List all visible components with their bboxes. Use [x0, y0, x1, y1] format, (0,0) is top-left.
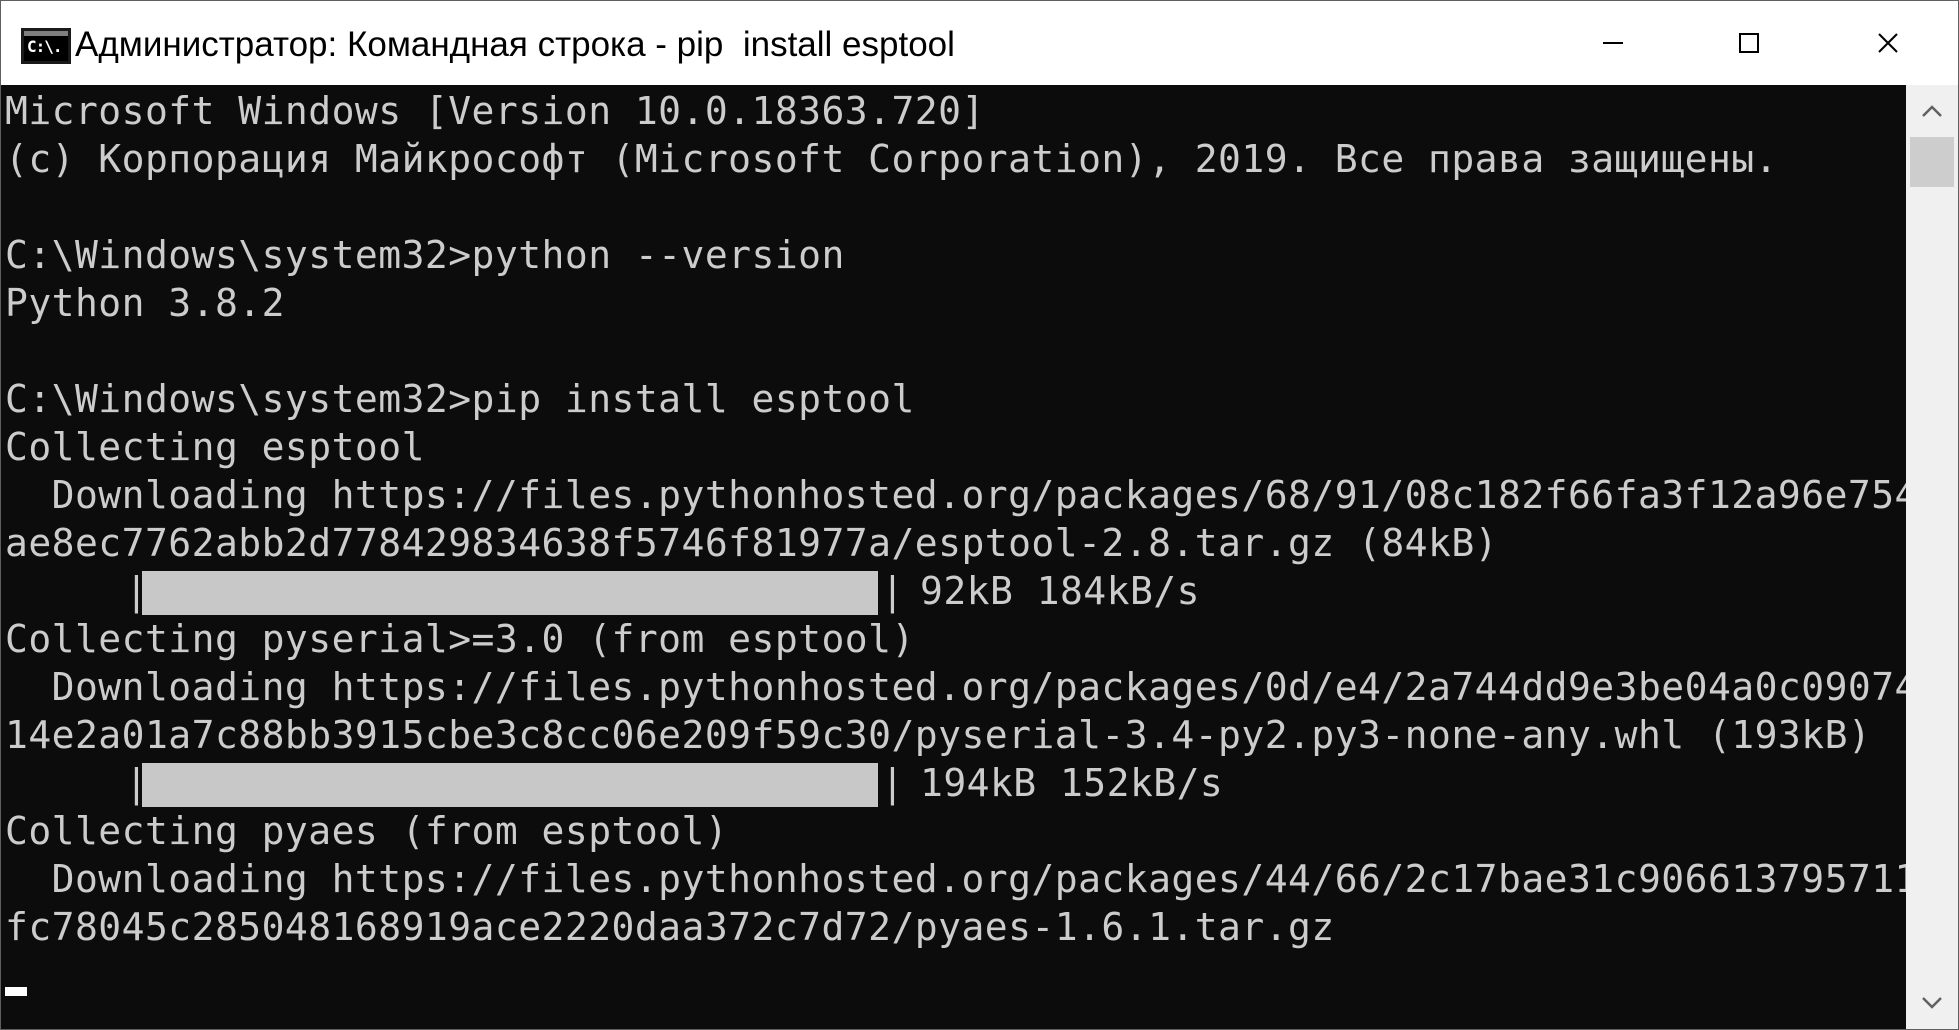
console-line: fc78045c285048168919ace2220daa372c7d72/p…: [5, 905, 1335, 949]
console-output[interactable]: Microsoft Windows [Version 10.0.18363.72…: [1, 85, 1917, 1029]
console-line: Downloading https://files.pythonhosted.o…: [5, 857, 1918, 901]
console-line: Collecting pyserial>=3.0 (from esptool): [5, 617, 915, 661]
console-line: Collecting esptool: [5, 425, 425, 469]
app-icon-label: C:\.: [27, 37, 63, 56]
progress-bar-fill: [142, 763, 878, 807]
chevron-up-icon: [1922, 105, 1942, 117]
download-progress-esptool: | | 92kB 184kB/s: [5, 567, 1505, 615]
minimize-button[interactable]: [1545, 1, 1681, 85]
window-title: Администратор: Командная строка - pip in…: [75, 25, 955, 64]
minimize-icon: [1603, 42, 1623, 44]
progress-right-pipe: |: [881, 569, 904, 613]
console-line: Microsoft Windows [Version 10.0.18363.72…: [5, 89, 985, 133]
console-line: Collecting pyaes (from esptool): [5, 809, 729, 853]
text-cursor: [5, 987, 27, 996]
console-line: Downloading https://files.pythonhosted.o…: [5, 665, 1918, 709]
command-prompt-icon[interactable]: C:\.: [21, 28, 71, 64]
scroll-thumb[interactable]: [1910, 137, 1954, 187]
progress-right-pipe: |: [881, 761, 904, 805]
title-bar[interactable]: C:\. Администратор: Командная строка - p…: [1, 1, 1958, 85]
progress-bar-fill: [142, 571, 878, 615]
console-line: (c) Корпорация Майкрософт (Microsoft Cor…: [5, 137, 1778, 181]
vertical-scrollbar[interactable]: [1906, 85, 1958, 1029]
progress-stats: 92kB 184kB/s: [920, 569, 1200, 613]
close-icon: [1877, 33, 1898, 53]
scroll-up-button[interactable]: [1906, 85, 1958, 137]
console-line: C:\Windows\system32>python --version: [5, 233, 845, 277]
console-line: ae8ec7762abb2d778429834638f5746f81977a/e…: [5, 521, 1498, 565]
scroll-down-button[interactable]: [1906, 977, 1958, 1029]
progress-stats: 194kB 152kB/s: [920, 761, 1224, 805]
console-line: Downloading https://files.pythonhosted.o…: [5, 473, 1918, 517]
console-line: 14e2a01a7c88bb3915cbe3c8cc06e209f59c30/p…: [5, 713, 1872, 757]
console-line: C:\Windows\system32>pip install esptool: [5, 377, 915, 421]
maximize-button[interactable]: [1681, 1, 1817, 85]
maximize-icon: [1739, 33, 1759, 53]
chevron-down-icon: [1922, 997, 1942, 1009]
console-window: C:\. Администратор: Командная строка - p…: [0, 0, 1959, 1030]
download-progress-pyserial: | | 194kB 152kB/s: [5, 759, 1505, 807]
close-button[interactable]: [1817, 1, 1958, 85]
console-line: Python 3.8.2: [5, 281, 285, 325]
